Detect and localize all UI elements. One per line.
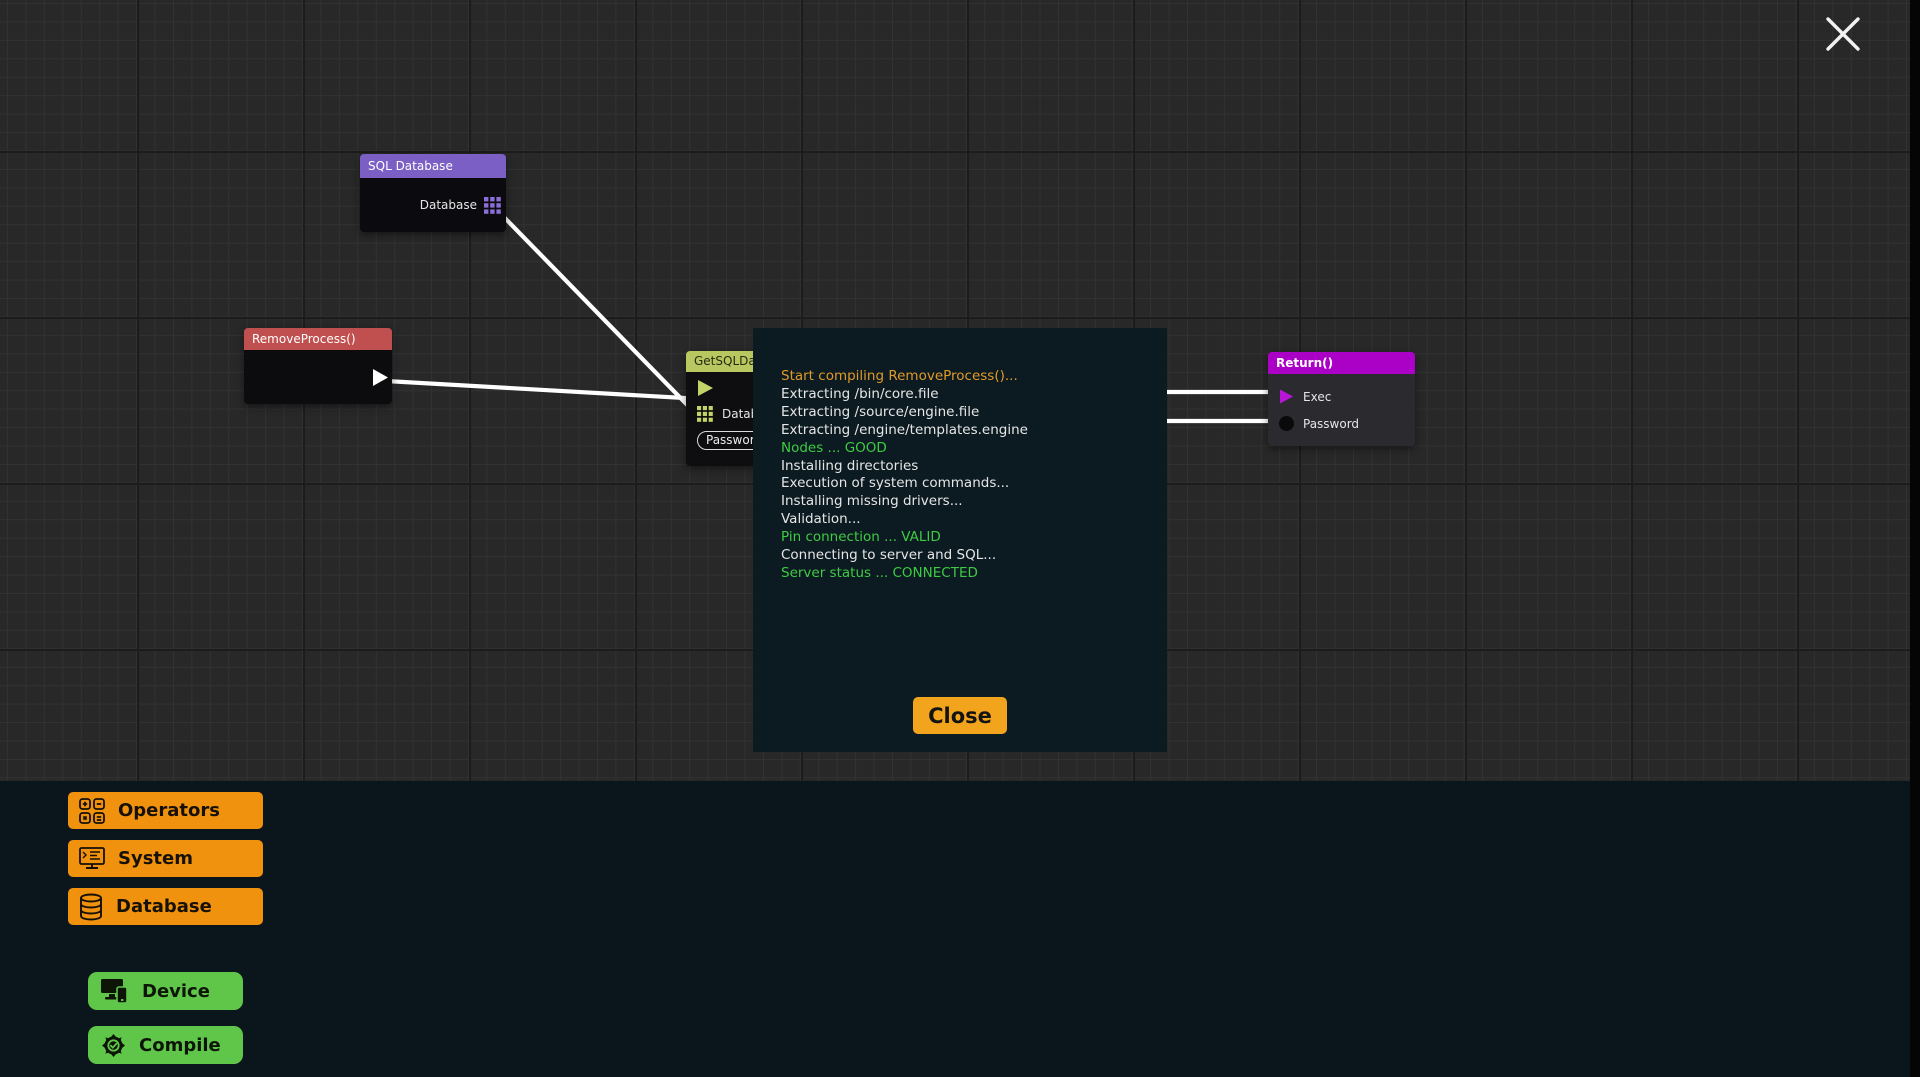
pin-label-password: Password xyxy=(1303,417,1359,431)
compile-log-modal: Start compiling RemoveProcess()... Extra… xyxy=(753,328,1167,752)
node-remove-process[interactable]: RemoveProcess() xyxy=(244,328,392,404)
pin-label-exec: Exec xyxy=(1303,390,1331,404)
node-editor-window: SQL Database Database RemoveProcess() xyxy=(0,0,1920,1077)
compile-button[interactable]: Compile xyxy=(88,1026,243,1064)
palette-panel: Operators System xyxy=(0,781,1920,1077)
log-line: Pin connection ... VALID xyxy=(781,529,1167,547)
node-title: SQL Database xyxy=(360,154,506,178)
action-label: Compile xyxy=(139,1035,221,1056)
log-line: Start compiling RemoveProcess()... xyxy=(781,368,1167,386)
system-icon xyxy=(78,846,106,872)
log-line: Installing missing drivers... xyxy=(781,493,1167,511)
window-close-button[interactable] xyxy=(1822,13,1864,55)
action-label: Device xyxy=(142,981,210,1002)
log-line: Extracting /bin/core.file xyxy=(781,386,1167,404)
category-label: Operators xyxy=(118,800,220,821)
node-title: Return() xyxy=(1268,352,1415,374)
log-line: Extracting /source/engine.file xyxy=(781,404,1167,422)
device-icon xyxy=(100,978,130,1004)
category-button-operators[interactable]: Operators xyxy=(68,792,263,829)
node-title: RemoveProcess() xyxy=(244,328,392,350)
log-line: Execution of system commands... xyxy=(781,475,1167,493)
database-pin-icon[interactable] xyxy=(697,406,713,422)
log-line: Installing directories xyxy=(781,458,1167,476)
exec-in-pin-icon[interactable] xyxy=(1279,389,1294,404)
database-icon xyxy=(78,893,104,921)
close-button[interactable]: Close xyxy=(913,697,1007,734)
node-return[interactable]: Return() Exec Password xyxy=(1268,352,1415,446)
log-line: Server status ... CONNECTED xyxy=(781,565,1167,583)
operators-icon xyxy=(78,797,106,825)
node-sql-database[interactable]: SQL Database Database xyxy=(360,154,506,232)
pin-label-database: Database xyxy=(420,198,477,212)
log-line: Extracting /engine/templates.engine xyxy=(781,422,1167,440)
category-label: System xyxy=(118,848,193,869)
node-body: Exec Password xyxy=(1268,374,1415,446)
close-x-icon xyxy=(1822,13,1864,55)
category-button-database[interactable]: Database xyxy=(68,888,263,925)
database-grid-pin-icon[interactable] xyxy=(484,197,501,214)
log-line: Nodes ... GOOD xyxy=(781,440,1167,458)
node-body xyxy=(244,350,392,404)
log-line: Validation... xyxy=(781,511,1167,529)
exec-out-pin-icon[interactable] xyxy=(372,368,389,387)
node-body: Database xyxy=(360,178,506,232)
log-line: Connecting to server and SQL... xyxy=(781,547,1167,565)
compile-log: Start compiling RemoveProcess()... Extra… xyxy=(753,328,1167,583)
right-edge-strip xyxy=(1910,0,1920,1077)
category-button-system[interactable]: System xyxy=(68,840,263,877)
compile-icon xyxy=(100,1032,127,1059)
password-pin-icon[interactable] xyxy=(1279,416,1294,431)
category-label: Database xyxy=(116,896,212,917)
device-button[interactable]: Device xyxy=(88,972,243,1010)
